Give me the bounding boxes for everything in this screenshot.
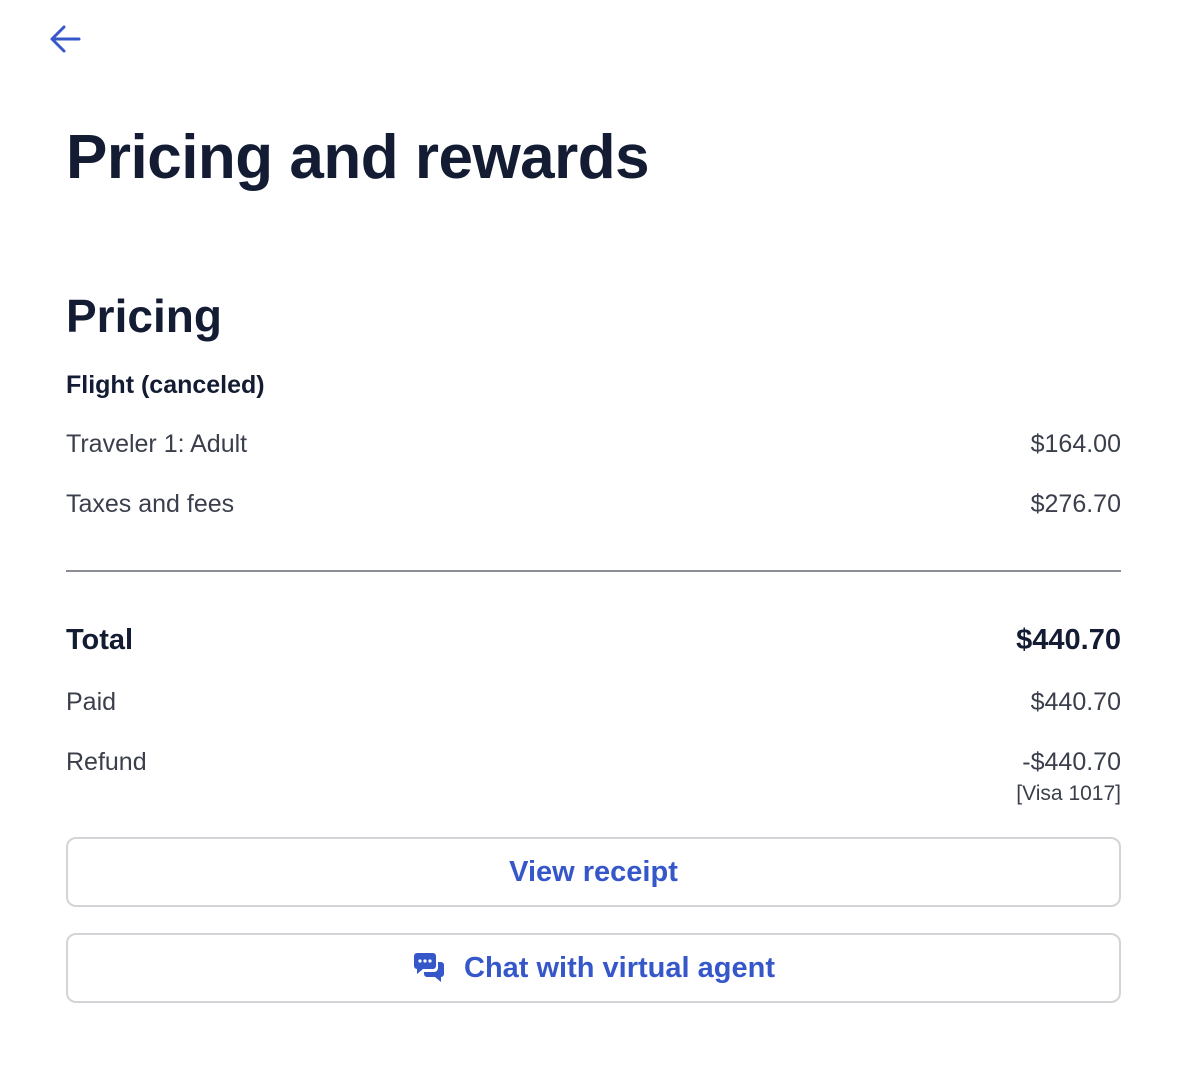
refund-amount: -$440.70 (1022, 748, 1121, 776)
line-item-traveler: Traveler 1: Adult $164.00 (66, 429, 1121, 459)
paid-label: Paid (66, 688, 117, 716)
total-row: Total $440.70 (66, 623, 1121, 657)
page-title: Pricing and rewards (66, 123, 650, 192)
chat-bubbles-icon (412, 952, 446, 984)
line-item-label: Traveler 1: Adult (66, 430, 248, 458)
refund-value: -$440.70 [Visa 1017] (1016, 747, 1121, 807)
line-item-taxes: Taxes and fees $276.70 (66, 489, 1121, 519)
pricing-divider (66, 570, 1121, 572)
refund-payment-method: [Visa 1017] (1016, 782, 1121, 805)
flight-status-label: Flight (canceled) (66, 371, 265, 399)
line-item-amount: $164.00 (1030, 430, 1121, 458)
line-item-label: Taxes and fees (66, 490, 235, 518)
chat-virtual-agent-label: Chat with virtual agent (464, 951, 775, 984)
total-amount: $440.70 (1016, 624, 1121, 656)
total-label: Total (66, 624, 134, 656)
line-item-amount: $276.70 (1030, 490, 1121, 518)
refund-row: Refund -$440.70 [Visa 1017] (66, 747, 1121, 807)
paid-amount: $440.70 (1030, 688, 1121, 716)
arrow-left-icon (47, 21, 83, 57)
view-receipt-button[interactable]: View receipt (66, 837, 1121, 907)
section-title-pricing: Pricing (66, 290, 222, 342)
paid-row: Paid $440.70 (66, 687, 1121, 717)
view-receipt-label: View receipt (509, 855, 678, 888)
refund-label: Refund (66, 748, 147, 776)
chat-virtual-agent-button[interactable]: Chat with virtual agent (66, 933, 1121, 1003)
back-button[interactable] (44, 18, 86, 60)
